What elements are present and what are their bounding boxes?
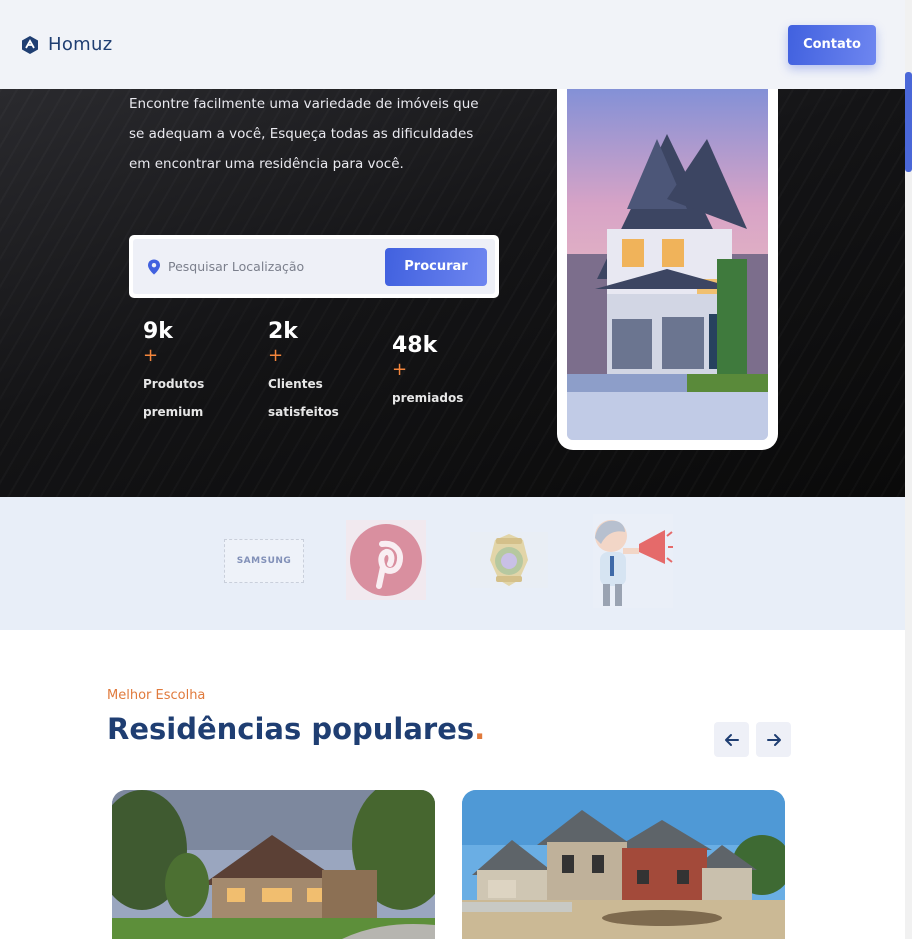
popular-section: Melhor Escolha Residências populares. [0, 630, 905, 939]
section-title: Residências populares. [107, 712, 485, 746]
stat-label: Clientes satisfeitos [268, 377, 339, 419]
stat-clients: 2k + Clientes satisfeitos [268, 319, 358, 426]
stat-value: 48k [392, 333, 438, 358]
hero-section: Encontre facilmente uma variedade de imó… [0, 89, 905, 497]
residence-card-image[interactable] [112, 790, 435, 939]
logo-icon [22, 35, 38, 54]
search-button[interactable]: Procurar [385, 247, 487, 286]
residence-card-image[interactable] [462, 790, 785, 939]
announcer-illustration [593, 514, 673, 608]
hero-description: Encontre facilmente uma variedade de imó… [129, 96, 479, 172]
stat-value: 2k [268, 319, 298, 344]
brand-name: Homuz [48, 34, 113, 55]
search-bar: Procurar [129, 235, 499, 298]
location-search-input[interactable] [168, 259, 385, 274]
title-dot: . [474, 712, 486, 746]
brand[interactable]: Homuz [20, 34, 112, 55]
stat-plus: + [392, 359, 408, 380]
page-scrollbar[interactable] [905, 0, 912, 939]
stat-plus: + [143, 345, 159, 366]
stat-awards: 48k + premiados [392, 333, 482, 412]
pinterest-logo [346, 520, 426, 600]
hero-image-frame [557, 89, 778, 450]
location-pin-icon [148, 259, 160, 274]
stat-value: 9k [143, 319, 173, 344]
header: Homuz Contato [0, 0, 905, 89]
policia-federal-logo [470, 532, 548, 588]
arrow-right-icon [766, 733, 781, 746]
scrollbar-thumb[interactable] [905, 72, 912, 172]
arrow-left-icon [724, 733, 739, 746]
contact-button[interactable]: Contato [788, 24, 876, 65]
section-subtitle: Melhor Escolha [107, 688, 206, 703]
prev-button[interactable] [714, 722, 749, 757]
hero-house-image [567, 89, 768, 440]
next-button[interactable] [756, 722, 791, 757]
stat-products: 9k + Produtos premium [143, 319, 233, 426]
stat-label: premiados [392, 391, 464, 405]
partners-section: SAMSUNG [0, 497, 905, 630]
section-title-text: Residências populares [107, 712, 475, 746]
samsung-logo-text: SAMSUNG [236, 556, 292, 566]
stat-label: Produtos premium [143, 377, 205, 419]
samsung-logo: SAMSUNG [224, 539, 304, 583]
stat-plus: + [268, 345, 284, 366]
